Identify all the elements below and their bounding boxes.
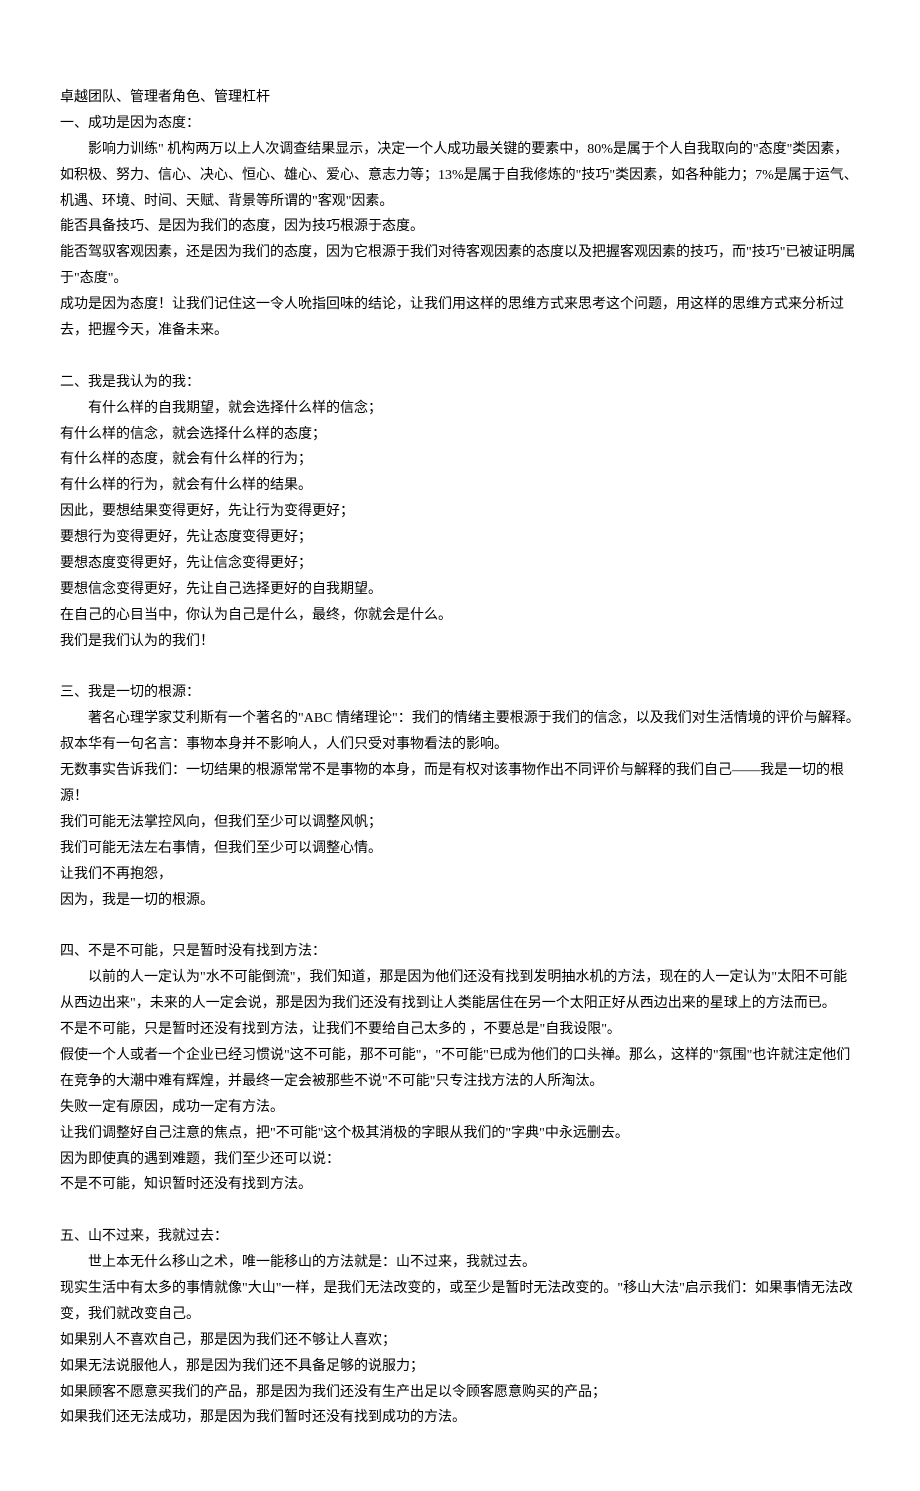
document-title: 卓越团队、管理者角色、管理杠杆: [60, 85, 860, 111]
blank-line: [60, 655, 860, 681]
body-text: 因为即使真的遇到难题，我们至少还可以说：: [60, 1147, 860, 1173]
body-text: 有什么样的信念，就会选择什么样的态度；: [60, 422, 860, 448]
body-text: 无数事实告诉我们：一切结果的根源常常不是事物的本身，而是有权对该事物作出不同评价…: [60, 758, 860, 810]
body-text: 以前的人一定认为"水不可能倒流"，我们知道，那是因为他们还没有找到发明抽水机的方…: [60, 965, 860, 1017]
body-text: 如果我们还无法成功，那是因为我们暂时还没有找到成功的方法。: [60, 1405, 860, 1431]
section-4: 四、不是不可能，只是暂时没有找到方法： 以前的人一定认为"水不可能倒流"，我们知…: [60, 939, 860, 1198]
section-2: 二、我是我认为的我： 有什么样的自我期望，就会选择什么样的信念； 有什么样的信念…: [60, 370, 860, 655]
body-text: 失败一定有原因，成功一定有方法。: [60, 1095, 860, 1121]
body-text: 假使一个人或者一个企业已经习惯说"这不可能，那不可能"，"不可能"已成为他们的口…: [60, 1043, 860, 1095]
body-text: 我们是我们认为的我们！: [60, 629, 860, 655]
body-text: 不是不可能，知识暂时还没有找到方法。: [60, 1172, 860, 1198]
body-text: 叔本华有一句名言：事物本身并不影响人，人们只受对事物看法的影响。: [60, 732, 860, 758]
body-text: 我们可能无法左右事情，但我们至少可以调整心情。: [60, 836, 860, 862]
section-heading: 四、不是不可能，只是暂时没有找到方法：: [60, 939, 860, 965]
body-text: 因为，我是一切的根源。: [60, 888, 860, 914]
body-text: 能否具备技巧、是因为我们的态度，因为技巧根源于态度。: [60, 214, 860, 240]
body-text: 不是不可能，只是暂时还没有找到方法，让我们不要给自己太多的 ，不要总是"自我设限…: [60, 1017, 860, 1043]
section-heading: 三、我是一切的根源：: [60, 680, 860, 706]
body-text: 要想行为变得更好，先让态度变得更好；: [60, 525, 860, 551]
blank-line: [60, 1198, 860, 1224]
body-text: 有什么样的行为，就会有什么样的结果。: [60, 473, 860, 499]
section-5: 五、山不过来，我就过去： 世上本无什么移山之术，唯一能移山的方法就是：山不过来，…: [60, 1224, 860, 1431]
body-text: 要想信念变得更好，先让自己选择更好的自我期望。: [60, 577, 860, 603]
section-1: 一、成功是因为态度： 影响力训练" 机构两万以上人次调查结果显示，决定一个人成功…: [60, 111, 860, 344]
body-text: 如果别人不喜欢自己，那是因为我们还不够让人喜欢；: [60, 1328, 860, 1354]
body-text: 让我们不再抱怨，: [60, 862, 860, 888]
body-text: 著名心理学家艾利斯有一个著名的"ABC 情绪理论"：我们的情绪主要根源于我们的信…: [60, 706, 860, 732]
body-text: 在自己的心目当中，你认为自己是什么，最终，你就会是什么。: [60, 603, 860, 629]
body-text: 成功是因为态度！让我们记住这一令人吮指回味的结论，让我们用这样的思维方式来思考这…: [60, 292, 860, 344]
body-text: 因此，要想结果变得更好，先让行为变得更好；: [60, 499, 860, 525]
body-text: 能否驾驭客观因素，还是因为我们的态度，因为它根源于我们对待客观因素的态度以及把握…: [60, 240, 860, 292]
blank-line: [60, 344, 860, 370]
blank-line: [60, 914, 860, 940]
body-text: 让我们调整好自己注意的焦点，把"不可能"这个极其消极的字眼从我们的"字典"中永远…: [60, 1121, 860, 1147]
body-text: 有什么样的自我期望，就会选择什么样的信念；: [60, 396, 860, 422]
body-text: 我们可能无法掌控风向，但我们至少可以调整风帆；: [60, 810, 860, 836]
body-text: 如果无法说服他人，那是因为我们还不具备足够的说服力；: [60, 1354, 860, 1380]
body-text: 世上本无什么移山之术，唯一能移山的方法就是：山不过来，我就过去。: [60, 1250, 860, 1276]
body-text: 有什么样的态度，就会有什么样的行为；: [60, 447, 860, 473]
body-text: 要想态度变得更好，先让信念变得更好；: [60, 551, 860, 577]
section-heading: 一、成功是因为态度：: [60, 111, 860, 137]
section-heading: 五、山不过来，我就过去：: [60, 1224, 860, 1250]
body-text: 影响力训练" 机构两万以上人次调查结果显示，决定一个人成功最关键的要素中，80%…: [60, 137, 860, 215]
body-text: 如果顾客不愿意买我们的产品，那是因为我们还没有生产出足以令顾客愿意购买的产品；: [60, 1380, 860, 1406]
section-3: 三、我是一切的根源： 著名心理学家艾利斯有一个著名的"ABC 情绪理论"：我们的…: [60, 680, 860, 913]
section-heading: 二、我是我认为的我：: [60, 370, 860, 396]
